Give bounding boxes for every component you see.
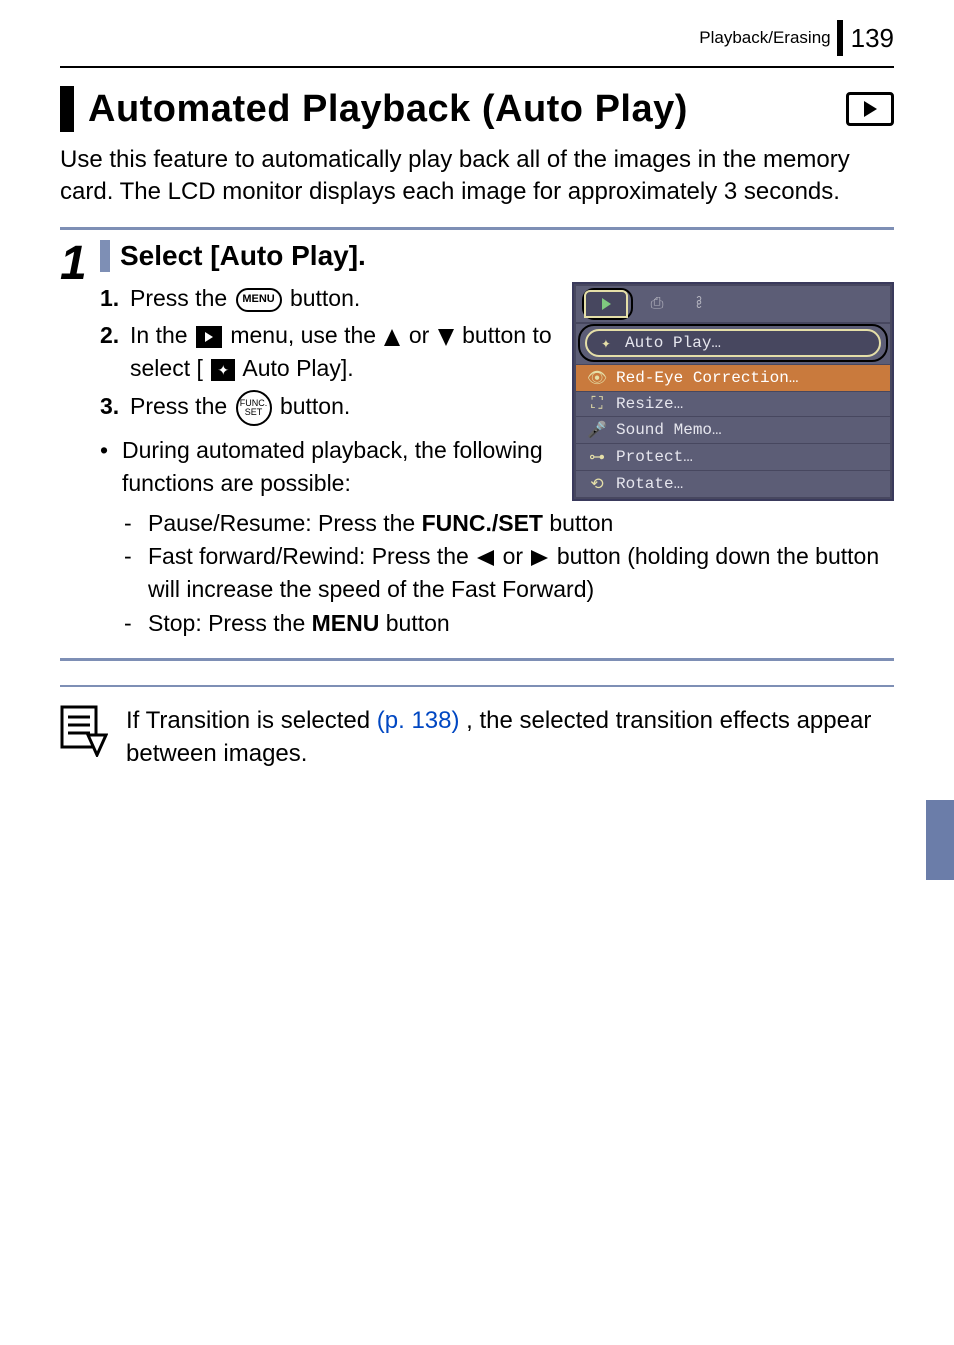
step-number: 1 [60,240,94,288]
page-reference-link[interactable]: (p. 138) [377,707,460,734]
note-text: If Transition is selected [126,707,377,734]
screenshot-row: 🎤 Sound Memo… [576,416,890,443]
text: Fast forward/Rewind: Press the [148,543,475,569]
menu-item-label: Resize… [616,395,683,413]
dash-icon: - [124,507,148,540]
autoplay-row-icon: ✦ [595,333,617,353]
title-row: Automated Playback (Auto Play) [60,86,894,132]
header-rule [60,66,894,68]
text: or [503,543,530,569]
camera-menu-screenshot: ⎙ ꔧ ✦ Auto Play… 👁 [572,282,894,501]
text-bold: MENU [312,610,380,636]
screenshot-row: ⊶ Protect… [576,443,890,470]
playback-menu-icon [196,326,222,348]
screenshot-tab-setup: ꔧ [681,291,717,317]
soundmemo-row-icon: 🎤 [586,420,608,440]
playback-mode-icon [846,92,894,126]
screenshot-row: 👁 Red-Eye Correction… [576,364,890,391]
text-bold: FUNC./SET [422,510,543,536]
screenshot-row: ⛶ Resize… [576,391,890,416]
intro-paragraph: Use this feature to automatically play b… [60,144,894,209]
menu-item-label: Sound Memo… [616,421,722,439]
func-set-button-icon: FUNC.SET [236,390,272,426]
screenshot-row-selected-highlight: ✦ Auto Play… [578,324,888,362]
text: button. [280,393,350,419]
protect-row-icon: ⊶ [586,447,608,467]
substep-number: 2. [100,319,130,386]
menu-item-label: Rotate… [616,475,683,493]
page-title: Automated Playback (Auto Play) [88,88,688,131]
text: button. [290,285,360,311]
step-text: 1. Press the MENU button. 2. In the m [100,282,552,501]
screenshot-tab-playback [584,290,628,318]
bullet-icon: • [100,434,122,501]
text: In the [130,322,194,348]
substep-number: 3. [100,390,130,426]
menu-item-label: Protect… [616,448,693,466]
menu-item-label: Auto Play… [625,334,721,352]
bullet-text: During automated playback, the following… [122,434,552,501]
text: or [409,322,436,348]
step-heading-bar [100,240,110,272]
step-heading: Select [Auto Play]. [120,240,366,272]
header-separator [837,20,843,56]
screenshot-row: ⟲ Rotate… [576,470,890,497]
screenshot-tab-print: ⎙ [639,291,675,317]
section-side-tab [926,800,954,880]
text: Pause/Resume: Press the [148,510,422,536]
dash-icon: - [124,540,148,607]
arrow-right-icon [531,550,548,566]
text: button [549,510,613,536]
arrow-left-icon [477,550,494,566]
redeye-row-icon: 👁 [586,368,608,388]
text: Press the [130,285,234,311]
text: Stop: Press the [148,610,312,636]
screenshot-row-selected: ✦ Auto Play… [585,329,881,357]
menu-item-label: Red-Eye Correction… [616,369,798,387]
substep-number: 1. [100,282,130,315]
note-block: If Transition is selected (p. 138) , the… [60,705,894,770]
autoplay-icon: ✦ [211,359,235,381]
resize-row-icon: ⛶ [586,395,608,413]
page-number: 139 [851,23,894,54]
section-label: Playback/Erasing [699,28,830,48]
arrow-down-icon [438,329,454,346]
text: menu, use the [230,322,382,348]
text: Auto Play]. [242,355,353,381]
page-header: Playback/Erasing 139 [60,20,894,56]
screenshot-tab-playback-highlight [582,288,633,320]
menu-button-icon: MENU [236,288,282,312]
divider [60,685,894,687]
note-icon [60,705,108,757]
text: button [386,610,450,636]
rotate-row-icon: ⟲ [586,474,608,494]
step-block: 1 Select [Auto Play]. 1. Press the MENU … [60,227,894,661]
dash-icon: - [124,607,148,640]
text: Press the [130,393,234,419]
title-accent-bar [60,86,74,132]
arrow-up-icon [384,329,400,346]
step-dash-list: - Pause/Resume: Press the FUNC./SET butt… [100,507,894,640]
